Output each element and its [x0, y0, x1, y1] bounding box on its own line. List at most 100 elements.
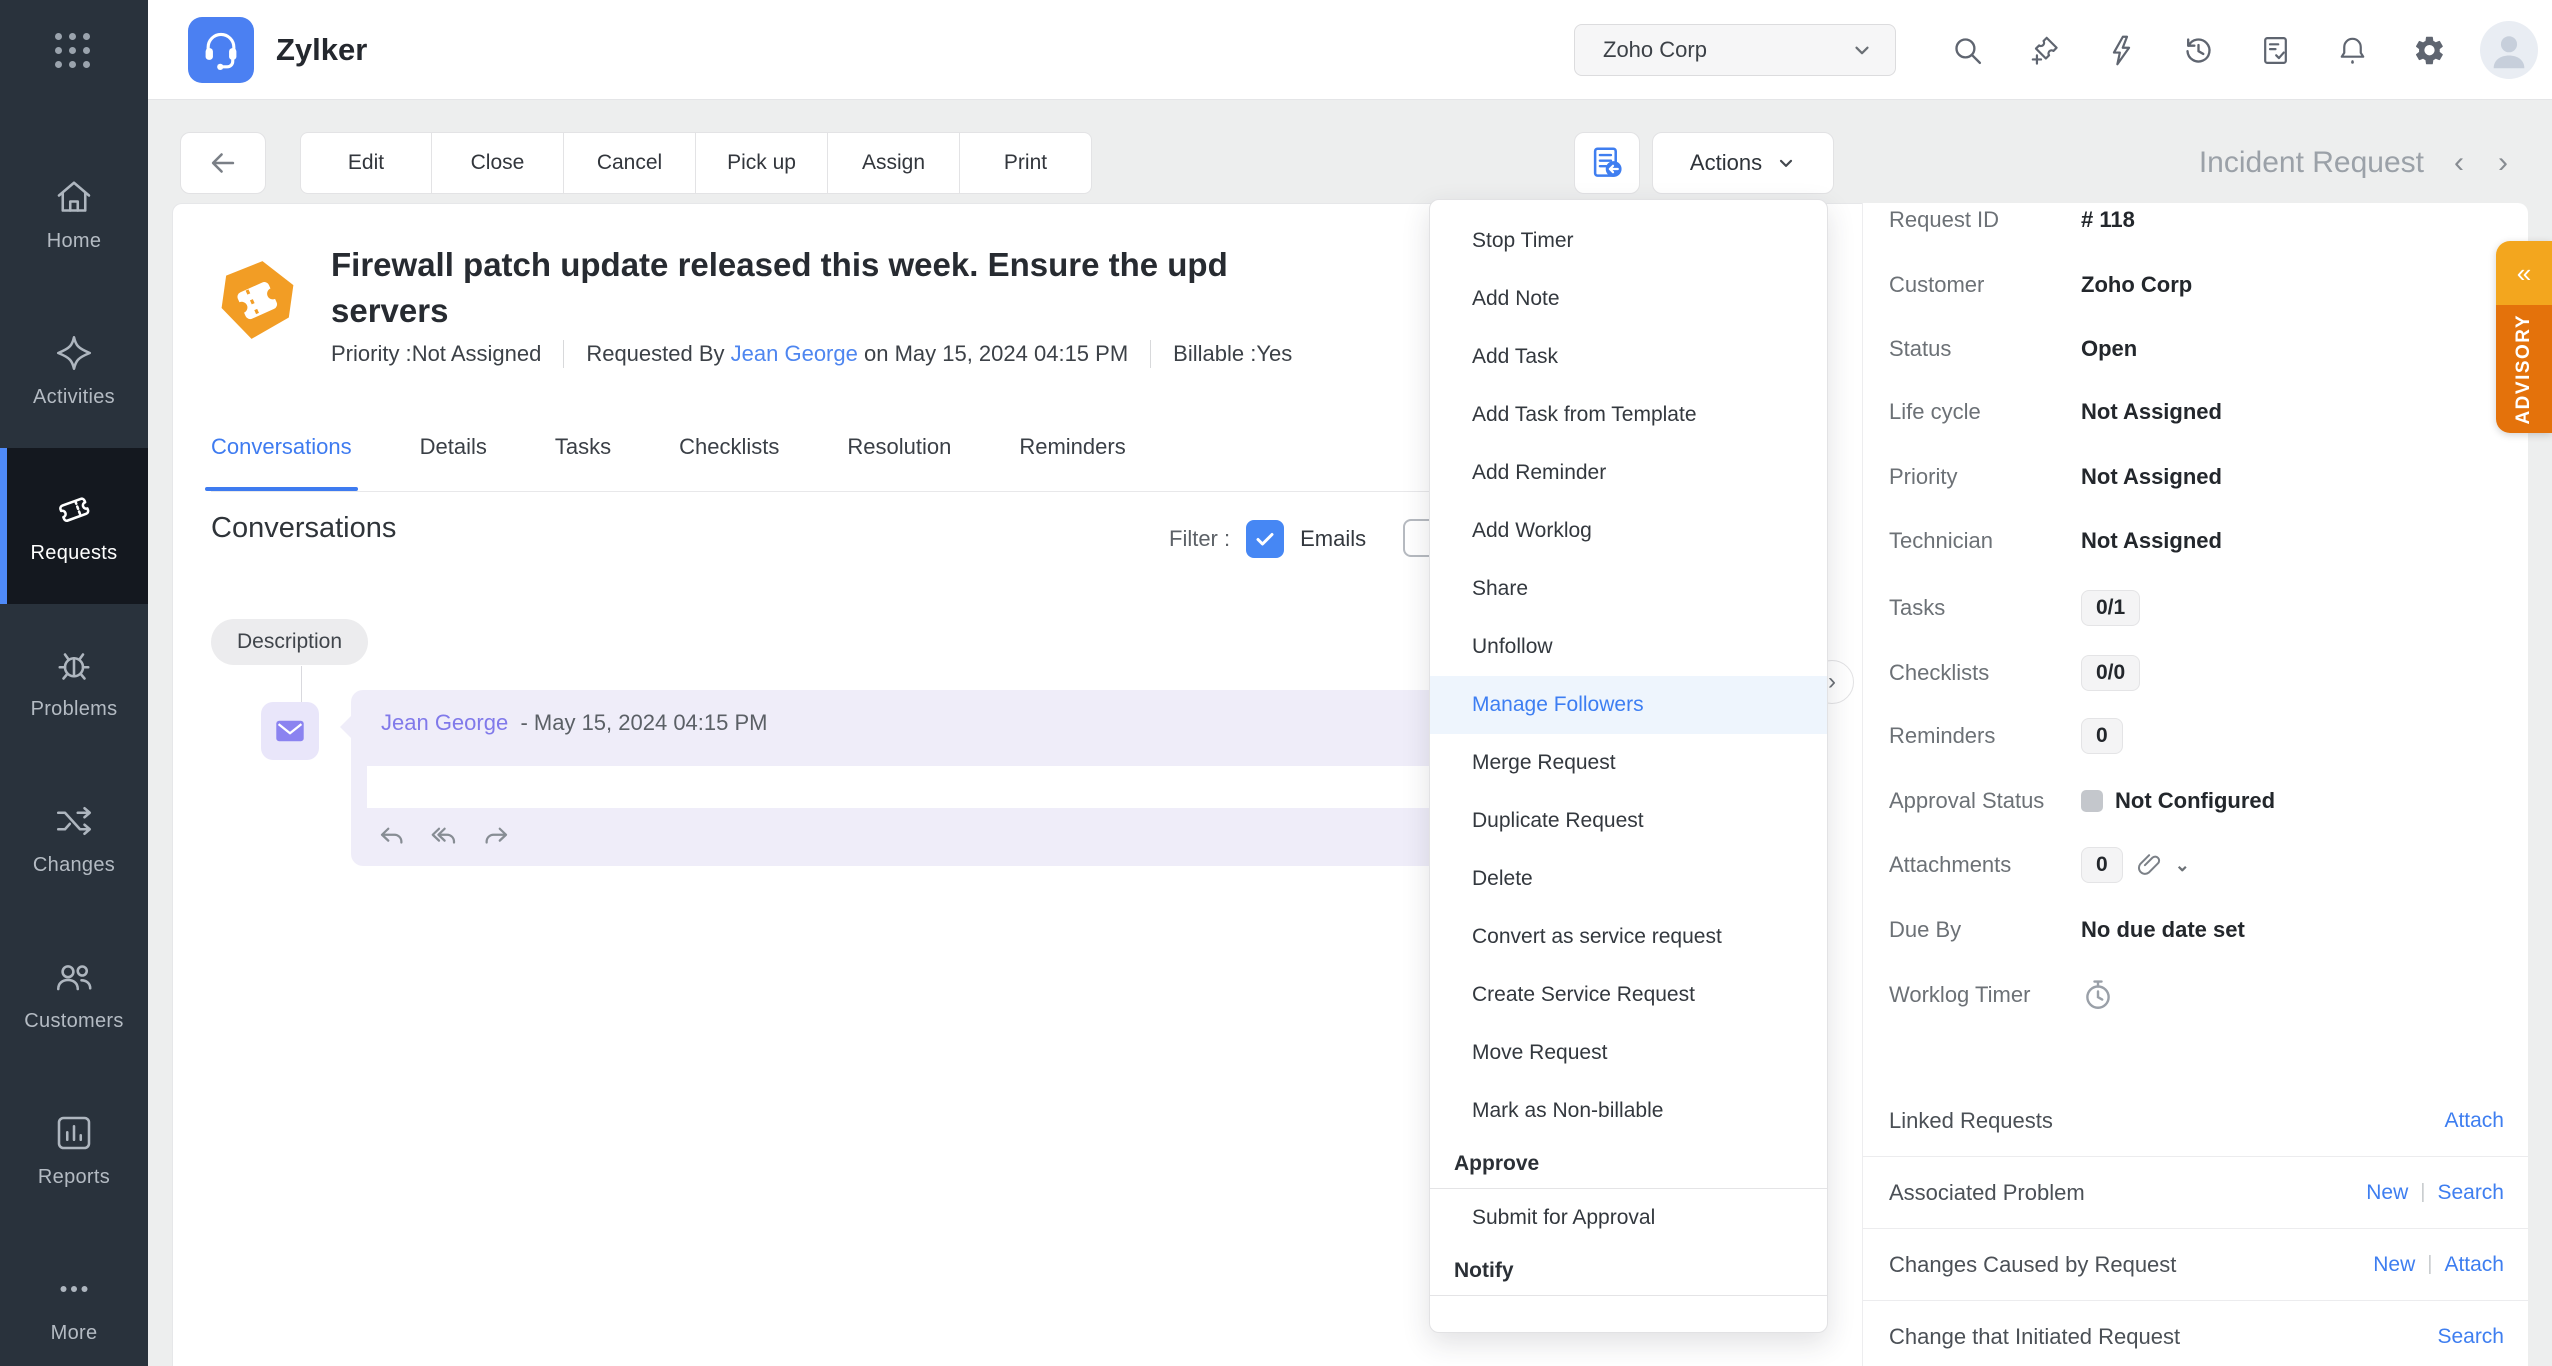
back-arrow-icon	[206, 146, 240, 180]
menu-item-unfollow[interactable]: Unfollow	[1430, 618, 1827, 676]
changes-caused-by-request-attach-link[interactable]: Attach	[2444, 1253, 2504, 1277]
linked-requests-attach-link[interactable]: Attach	[2444, 1109, 2504, 1133]
actions-button-label: Actions	[1689, 150, 1763, 175]
tab-resolution[interactable]: Resolution	[847, 426, 951, 491]
changes-caused-by-request-new-link[interactable]: New	[2373, 1253, 2415, 1277]
count-badge[interactable]: 0/1	[2081, 590, 2141, 626]
zia-flash-icon[interactable]	[2095, 24, 2147, 76]
field-value: Not Assigned	[2081, 528, 2222, 553]
field-checklists: Checklists 0/0	[1889, 641, 2504, 705]
search-icon[interactable]	[1941, 24, 1993, 76]
menu-item-convert-as-service-request[interactable]: Convert as service request	[1430, 908, 1827, 966]
field-worklog-timer: Worklog Timer	[1889, 963, 2504, 1027]
sidebar-item-customers[interactable]: Customers	[0, 916, 148, 1072]
requester-link[interactable]: Jean George	[731, 341, 858, 366]
org-selector[interactable]: Zoho Corp	[1574, 24, 1896, 76]
pick-up-button[interactable]: Pick up	[696, 132, 828, 194]
assign-button[interactable]: Assign	[828, 132, 960, 194]
count-badge[interactable]: 0/0	[2081, 655, 2141, 691]
field-approval-status: Approval Status Not Configured	[1889, 788, 2276, 813]
associated-problem-search-link[interactable]: Search	[2437, 1181, 2504, 1205]
change-that-initiated-request-search-link[interactable]: Search	[2437, 1325, 2504, 1349]
reply-all-icon[interactable]	[429, 820, 459, 850]
actions-dropdown-button[interactable]: Actions	[1652, 132, 1834, 194]
description-tag[interactable]: Description	[211, 619, 369, 665]
user-avatar[interactable]	[2480, 21, 2538, 79]
menu-item-add-note[interactable]: Add Note	[1430, 270, 1827, 328]
sidebar-item-changes[interactable]: Changes	[0, 760, 148, 916]
menu-item-add-task-from-template[interactable]: Add Task from Template	[1430, 386, 1827, 444]
menu-item-delete[interactable]: Delete	[1430, 850, 1827, 908]
attachments-count-badge[interactable]: 0	[2081, 847, 2123, 883]
home-icon	[53, 176, 95, 218]
cancel-button[interactable]: Cancel	[564, 132, 696, 194]
menu-item-clipped[interactable]	[1430, 1296, 1827, 1332]
menu-item-duplicate-request[interactable]: Duplicate Request	[1430, 792, 1827, 850]
menu-item-add-task[interactable]: Add Task	[1430, 328, 1827, 386]
chevron-down-icon	[1776, 153, 1796, 173]
sidebar-item-activities[interactable]: Activities	[0, 292, 148, 448]
view-switcher-label[interactable]: Incident Request	[2199, 146, 2424, 180]
notifications-bell-icon[interactable]	[2326, 24, 2378, 76]
apps-grid-icon[interactable]	[50, 28, 94, 72]
advisory-collapse-icon[interactable]: «	[2496, 241, 2552, 305]
sidebar-item-problems[interactable]: Problems	[0, 604, 148, 760]
advisory-label: ADVISORY	[2513, 313, 2534, 425]
menu-item-move-request[interactable]: Move Request	[1430, 1024, 1827, 1082]
tab-checklists[interactable]: Checklists	[679, 426, 779, 491]
menu-item-stop-timer[interactable]: Stop Timer	[1430, 212, 1827, 270]
edit-button[interactable]: Edit	[300, 132, 432, 194]
menu-item-manage-followers[interactable]: Manage Followers	[1430, 676, 1827, 734]
quick-add-icon[interactable]	[2018, 24, 2070, 76]
field-due-by: Due By No due date set	[1889, 917, 2245, 942]
email-sender-link[interactable]: Jean George	[381, 710, 508, 735]
back-button[interactable]	[180, 132, 266, 194]
field-value: Open	[2081, 336, 2138, 361]
app-logo[interactable]	[188, 17, 254, 83]
filter-label: Filter :	[1169, 526, 1231, 551]
stopwatch-icon[interactable]	[2081, 978, 2115, 1012]
approval-status-swatch	[2081, 790, 2103, 812]
survey-icon[interactable]	[2249, 24, 2301, 76]
reply-icon[interactable]	[377, 820, 407, 850]
tab-reminders[interactable]: Reminders	[1019, 426, 1125, 491]
sidebar-item-reports[interactable]: Reports	[0, 1072, 148, 1228]
field-status: Status Open	[1889, 336, 2138, 361]
section-linked-requests: Linked Requests Attach	[1863, 1085, 2528, 1157]
paperclip-icon[interactable]	[2135, 851, 2163, 879]
close-button[interactable]: Close	[432, 132, 564, 194]
document-return-icon	[1588, 144, 1626, 182]
menu-item-create-service-request[interactable]: Create Service Request	[1430, 966, 1827, 1024]
section-change-that-initiated-request: Change that Initiated Request Search	[1889, 1324, 2504, 1349]
menu-item-merge-request[interactable]: Merge Request	[1430, 734, 1827, 792]
sidebar-item-requests[interactable]: Requests	[0, 448, 148, 604]
request-summary-button[interactable]	[1574, 132, 1640, 194]
menu-item-submit-for-approval[interactable]: Submit for Approval	[1430, 1189, 1827, 1247]
field-value	[2081, 978, 2115, 1012]
next-record-icon[interactable]: ›	[2494, 148, 2512, 178]
tab-conversations[interactable]: Conversations	[205, 426, 358, 491]
associated-problem-new-link[interactable]: New	[2366, 1181, 2408, 1205]
count-badge[interactable]: 0	[2081, 718, 2123, 754]
settings-gear-icon[interactable]	[2403, 24, 2455, 76]
menu-item-add-reminder[interactable]: Add Reminder	[1430, 444, 1827, 502]
brand: Zylker	[188, 17, 367, 83]
forward-icon[interactable]	[481, 820, 511, 850]
history-icon[interactable]	[2172, 24, 2224, 76]
previous-record-icon[interactable]: ‹	[2450, 148, 2468, 178]
menu-item-share[interactable]: Share	[1430, 560, 1827, 618]
org-selector-value: Zoho Corp	[1603, 37, 1707, 62]
field-value: Not Assigned	[2081, 464, 2222, 489]
menu-item-add-worklog[interactable]: Add Worklog	[1430, 502, 1827, 560]
emails-filter-checkbox[interactable]	[1246, 520, 1285, 558]
billable-label: Billable :	[1173, 341, 1257, 366]
tab-details[interactable]: Details	[420, 426, 487, 491]
print-button[interactable]: Print	[960, 132, 1092, 194]
sidebar-item-more[interactable]: More	[0, 1228, 148, 1366]
sidebar-item-home[interactable]: Home	[0, 136, 148, 292]
chevron-down-icon[interactable]: ⌄	[2175, 855, 2190, 876]
envelope-icon	[274, 715, 306, 747]
menu-item-mark-as-non-billable[interactable]: Mark as Non-billable	[1430, 1082, 1827, 1140]
advisory-tab[interactable]: « ADVISORY	[2496, 241, 2552, 433]
tab-tasks[interactable]: Tasks	[555, 426, 611, 491]
